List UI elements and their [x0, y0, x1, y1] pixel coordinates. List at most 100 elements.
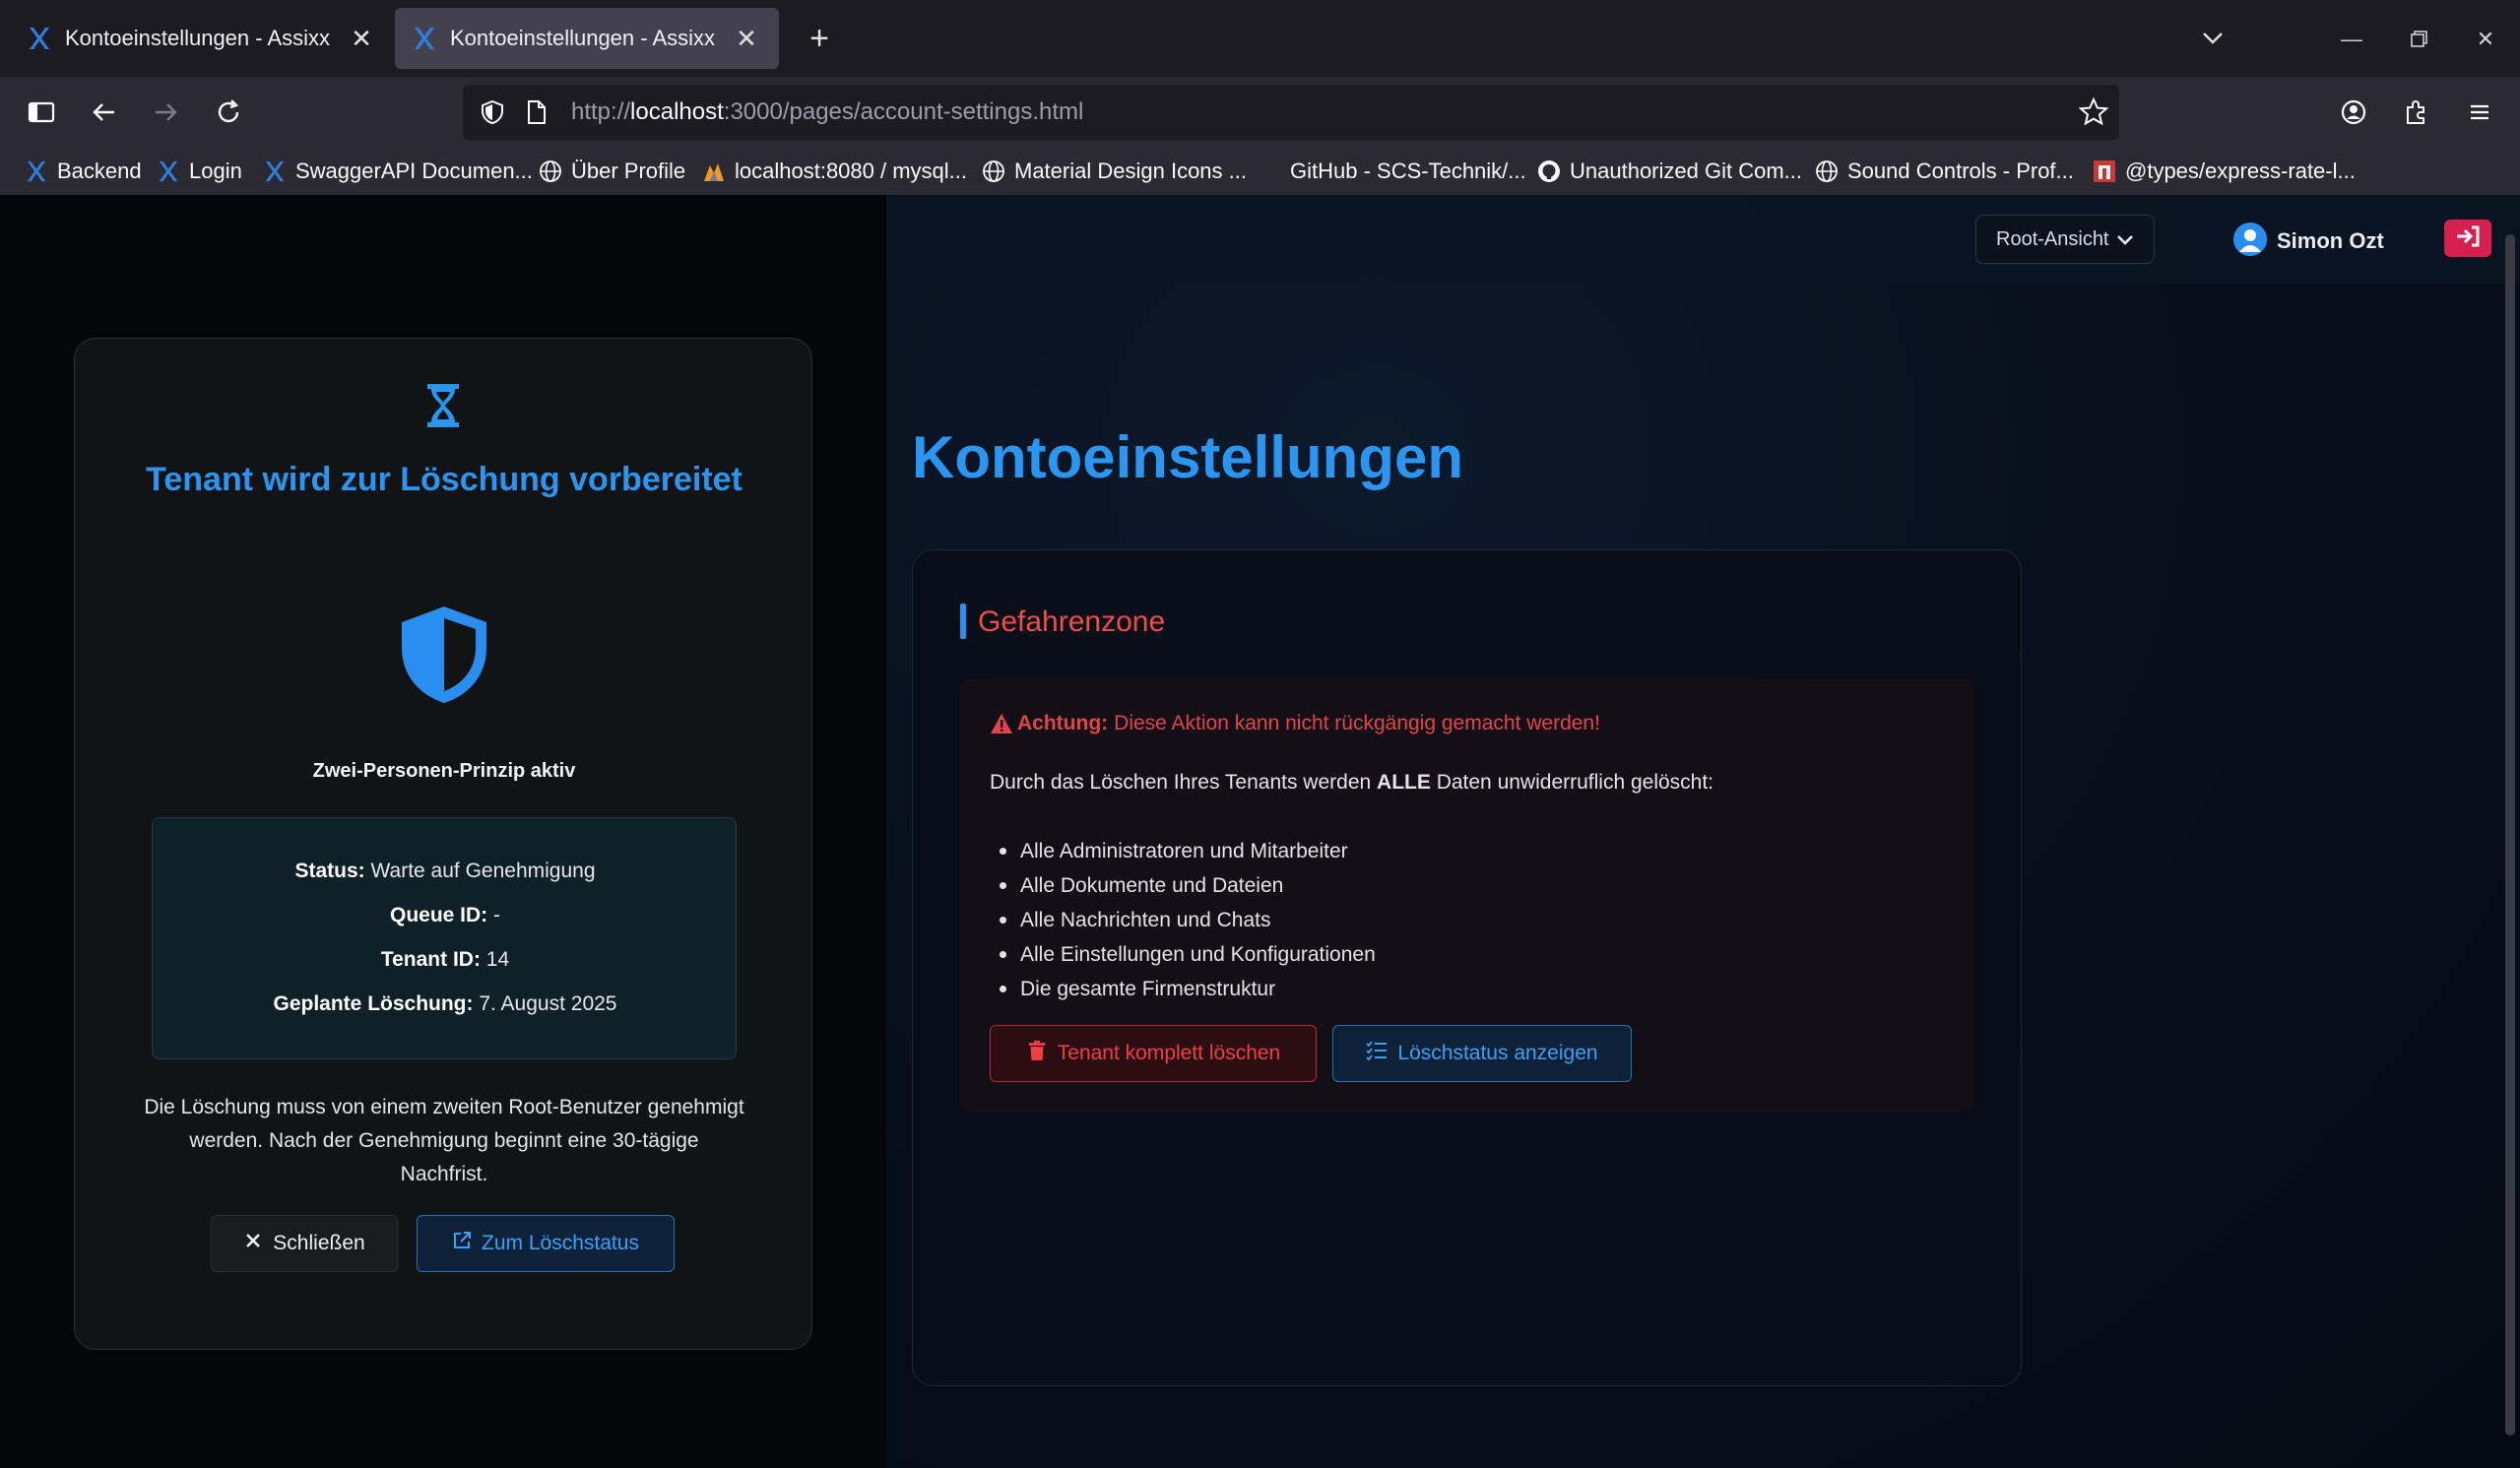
- warning-line: Achtung: Diese Aktion kann nicht rückgän…: [990, 712, 1600, 735]
- bookmark-label: Backend: [57, 159, 142, 183]
- page-icon[interactable]: [524, 98, 549, 126]
- status-row: Status: Warte auf Genehmigung: [294, 860, 596, 882]
- bookmark-item[interactable]: Unauthorized Git Com...: [1536, 156, 1802, 187]
- extensions-icon[interactable]: [2395, 91, 2438, 134]
- globe-icon: [1814, 159, 1840, 184]
- assixx-icon: [156, 159, 181, 184]
- account-icon[interactable]: [2332, 91, 2375, 134]
- menu-icon[interactable]: [2458, 91, 2501, 134]
- tab-inactive[interactable]: Kontoeinstellungen - Assixx ✕: [10, 8, 394, 69]
- tab-active[interactable]: Kontoeinstellungen - Assixx ✕: [395, 8, 779, 69]
- globe-icon: [981, 159, 1006, 184]
- page-viewport: Root-Ansicht Simon Ozt Kontoeinstellunge…: [0, 195, 2520, 1468]
- bookmark-item[interactable]: Sound Controls - Prof...: [1814, 156, 2074, 187]
- bookmark-item[interactable]: Über Profile: [538, 156, 685, 187]
- user-name[interactable]: Simon Ozt: [2277, 228, 2384, 254]
- list-check-icon: [1366, 1040, 1397, 1067]
- external-link-icon: [452, 1231, 482, 1256]
- bookmark-label: Material Design Icons ...: [1014, 159, 1247, 183]
- deletion-info-box: Status: Warte auf Genehmigung Queue ID: …: [152, 817, 737, 1059]
- reload-icon[interactable]: [207, 91, 250, 134]
- restore-button[interactable]: [2399, 20, 2438, 59]
- tab-title: Kontoeinstellungen - Assixx: [65, 26, 331, 50]
- page-title: Kontoeinstellungen: [912, 424, 1463, 490]
- bookmark-star-icon[interactable]: [2078, 96, 2109, 128]
- github-icon: [1257, 159, 1282, 184]
- bookmark-label: SwaggerAPI Documen...: [295, 159, 533, 183]
- list-item: Alle Nachrichten und Chats: [990, 903, 1376, 937]
- bookmark-label: Über Profile: [571, 159, 686, 183]
- warning-strong: Achtung:: [1017, 712, 1109, 734]
- scrollbar[interactable]: [2505, 234, 2515, 1436]
- back-arrow-icon[interactable]: [83, 91, 126, 134]
- bookmark-item[interactable]: SwaggerAPI Documen...: [262, 156, 533, 187]
- assixx-icon: [28, 26, 51, 51]
- role-view-select[interactable]: Root-Ansicht: [1975, 215, 2155, 264]
- assixx-icon: [413, 26, 436, 51]
- bookmark-item[interactable]: Material Design Icons ...: [981, 156, 1247, 187]
- bookmarks-toolbar: Backend Login SwaggerAPI Documen... Über…: [0, 148, 2520, 195]
- deletion-list: Alle Administratoren und Mitarbeiter All…: [990, 834, 1376, 1006]
- show-deletion-status-button[interactable]: Löschstatus anzeigen: [1332, 1025, 1632, 1082]
- trash-icon: [1026, 1040, 1058, 1067]
- forward-arrow-icon[interactable]: [144, 91, 187, 134]
- bookmark-label: GitHub - SCS-Technik/...: [1290, 159, 1526, 183]
- delete-tenant-button[interactable]: Tenant komplett löschen: [990, 1025, 1317, 1082]
- section-title: Gefahrenzone: [978, 606, 1166, 638]
- delete-intro: Durch das Löschen Ihres Tenants werden A…: [990, 771, 1714, 794]
- minimize-button[interactable]: —: [2332, 20, 2371, 59]
- chevron-down-icon[interactable]: [2196, 22, 2229, 55]
- section-accent-bar: [960, 604, 966, 639]
- list-item: Alle Dokumente und Dateien: [990, 868, 1376, 903]
- app-header: [886, 195, 2520, 284]
- bookmark-item[interactable]: Login: [156, 156, 242, 187]
- modal-title: Tenant wird zur Löschung vorbereitet: [146, 461, 743, 498]
- bookmark-item[interactable]: @types/express-rate-l...: [2092, 156, 2356, 187]
- browser-tab-bar: Kontoeinstellungen - Assixx ✕ Kontoeinst…: [0, 0, 2520, 77]
- sidebar-icon[interactable]: [20, 91, 63, 134]
- warning-icon: [990, 713, 1013, 734]
- window-close-button[interactable]: ✕: [2466, 20, 2505, 59]
- planned-deletion-row: Geplante Löschung: 7. August 2025: [273, 992, 617, 1015]
- logout-icon: [2454, 224, 2482, 253]
- bookmark-label: localhost:8080 / mysql...: [735, 159, 968, 183]
- chevron-down-icon: [2114, 228, 2136, 250]
- list-item: Alle Administratoren und Mitarbeiter: [990, 834, 1376, 868]
- two-person-rule-label: Zwei-Personen-Prinzip aktiv: [312, 760, 576, 782]
- danger-zone-card: Gefahrenzone Achtung: Diese Aktion kann …: [912, 549, 2022, 1386]
- github-icon: [1536, 159, 1562, 184]
- close-button[interactable]: Schließen: [211, 1215, 398, 1272]
- role-view-label: Root-Ansicht: [1996, 227, 2109, 250]
- shield-icon: [398, 605, 490, 705]
- list-item: Alle Einstellungen und Konfigurationen: [990, 937, 1376, 972]
- tab-title: Kontoeinstellungen - Assixx: [450, 26, 716, 50]
- deletion-modal: Tenant wird zur Löschung vorbereitet Zwe…: [74, 338, 812, 1350]
- logout-button[interactable]: [2444, 220, 2491, 257]
- hourglass-icon: [423, 382, 463, 429]
- modal-note: Die Löschung muss von einem zweiten Root…: [144, 1096, 744, 1185]
- close-icon[interactable]: ✕: [732, 24, 761, 54]
- bookmark-label: Sound Controls - Prof...: [1847, 159, 2074, 183]
- assixx-icon: [24, 159, 49, 184]
- npm-icon: [2092, 159, 2117, 184]
- warning-text: Diese Aktion kann nicht rückgängig gemac…: [1114, 712, 1600, 734]
- url-bar[interactable]: http://localhost:3000/pages/account-sett…: [463, 85, 2119, 140]
- bookmark-item[interactable]: localhost:8080 / mysql...: [701, 156, 967, 187]
- globe-icon: [538, 159, 563, 184]
- url-text[interactable]: http://localhost:3000/pages/account-sett…: [571, 98, 1083, 126]
- danger-box: Achtung: Diese Aktion kann nicht rückgän…: [960, 678, 1974, 1112]
- bookmark-item[interactable]: Backend: [24, 156, 142, 187]
- close-icon: [243, 1231, 273, 1256]
- bookmark-item[interactable]: GitHub - SCS-Technik/...: [1257, 156, 1526, 187]
- bookmark-label: Unauthorized Git Com...: [1570, 159, 1802, 183]
- list-item: Die gesamte Firmenstruktur: [990, 972, 1376, 1006]
- phpmyadmin-icon: [701, 159, 727, 184]
- tenant-id-row: Tenant ID: 14: [380, 948, 510, 971]
- go-to-deletion-status-button[interactable]: Zum Löschstatus: [417, 1215, 675, 1272]
- queue-id-row: Queue ID: -: [389, 904, 501, 926]
- shield-icon[interactable]: [479, 98, 506, 126]
- new-tab-button[interactable]: +: [800, 20, 839, 57]
- bookmark-label: @types/express-rate-l...: [2125, 159, 2356, 183]
- avatar[interactable]: [2233, 223, 2267, 256]
- close-icon[interactable]: ✕: [347, 24, 376, 54]
